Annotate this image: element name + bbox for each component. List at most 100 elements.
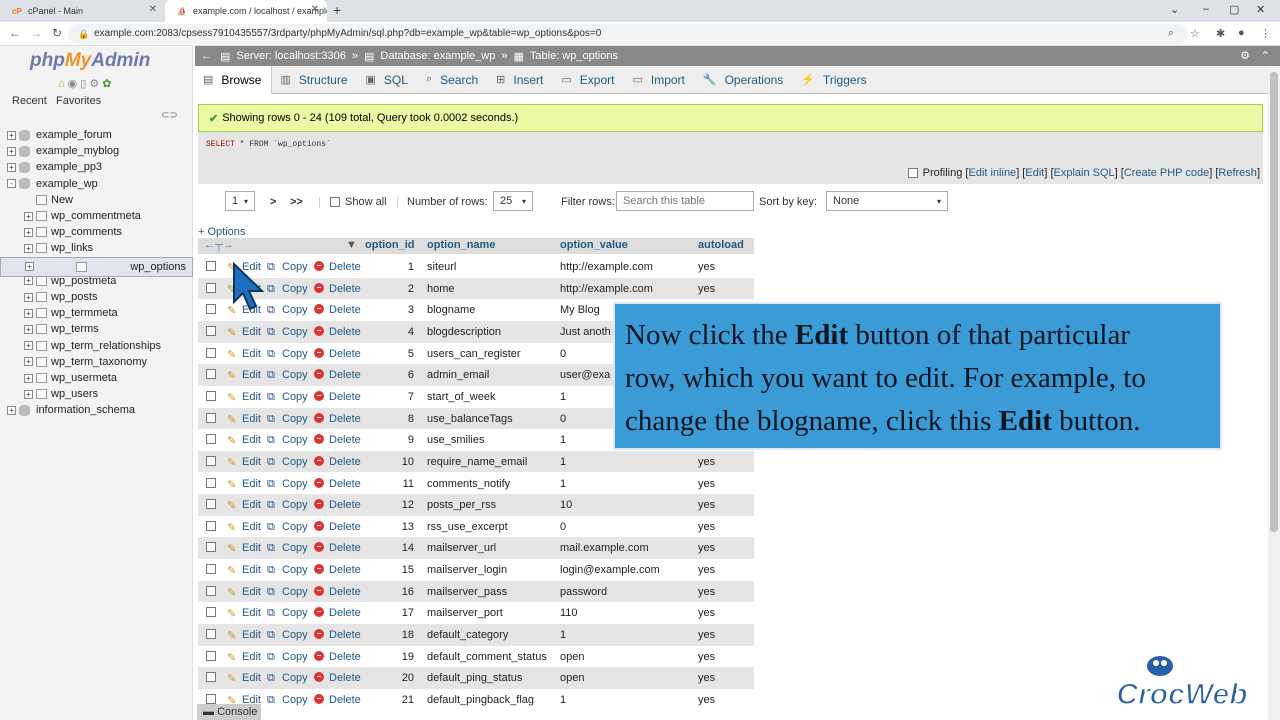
delete-button[interactable]: Delete bbox=[329, 304, 361, 316]
copy-button[interactable]: Copy bbox=[282, 304, 308, 316]
sidebar-item-example-wp[interactable]: - example_wp bbox=[0, 176, 193, 192]
copy-button[interactable]: Copy bbox=[282, 369, 308, 381]
row-checkbox[interactable] bbox=[206, 304, 216, 315]
tab-search[interactable]: ⌕ Search bbox=[418, 66, 488, 94]
phpmyadmin-logo[interactable]: phpMyAdmin bbox=[30, 50, 150, 72]
collapse-arrow-icon[interactable]: ← bbox=[201, 50, 212, 62]
bookmark-star-icon[interactable]: ☆ bbox=[1190, 27, 1200, 40]
copy-button[interactable]: Copy bbox=[282, 499, 308, 511]
maximize-icon[interactable]: ▢ bbox=[1229, 3, 1239, 16]
expand-icon[interactable]: + bbox=[7, 146, 16, 156]
delete-button[interactable]: Delete bbox=[329, 672, 361, 684]
edit-button[interactable]: Edit bbox=[242, 413, 261, 425]
copy-button[interactable]: Copy bbox=[282, 629, 308, 641]
delete-button[interactable]: Delete bbox=[329, 456, 361, 468]
reload-icon[interactable]: ↻ bbox=[52, 26, 62, 40]
edit-button[interactable]: Edit bbox=[242, 607, 261, 619]
page-scrollbar[interactable] bbox=[1268, 66, 1280, 720]
row-checkbox[interactable] bbox=[206, 455, 216, 466]
sidebar-item-wp-users[interactable]: + wp_users bbox=[0, 386, 193, 402]
sidebar-item-new[interactable]: New bbox=[0, 192, 193, 208]
delete-button[interactable]: Delete bbox=[329, 607, 361, 619]
tab-browse[interactable]: ▤ Browse bbox=[195, 65, 273, 94]
edit-button[interactable]: Edit bbox=[242, 521, 261, 533]
breadcrumb-table[interactable]: Table: wp_options bbox=[530, 50, 618, 62]
number-of-rows-select[interactable]: 25 ▾ bbox=[493, 191, 533, 211]
menu-icon[interactable]: ⋮ bbox=[1260, 27, 1271, 40]
edit-query-link[interactable]: Edit bbox=[1025, 167, 1044, 179]
tab-operations[interactable]: 🔧 Operations bbox=[695, 66, 793, 94]
breadcrumb-database[interactable]: Database: example_wp bbox=[380, 50, 495, 62]
reload-navigation-icon[interactable]: ✿ bbox=[102, 78, 114, 90]
row-checkbox[interactable] bbox=[206, 434, 216, 445]
edit-button[interactable]: Edit bbox=[242, 456, 261, 468]
expand-icon[interactable]: + bbox=[24, 373, 33, 383]
sidebar-item-wp-usermeta[interactable]: + wp_usermeta bbox=[0, 370, 193, 386]
tab-insert[interactable]: ⊞ Insert bbox=[488, 66, 553, 94]
delete-button[interactable]: Delete bbox=[329, 326, 361, 338]
row-checkbox[interactable] bbox=[206, 585, 216, 596]
close-tab-icon[interactable]: ✕ bbox=[149, 4, 157, 15]
edit-button[interactable]: Edit bbox=[242, 651, 261, 663]
delete-button[interactable]: Delete bbox=[329, 369, 361, 381]
tab-triggers[interactable]: ⚡ Triggers bbox=[793, 66, 876, 94]
row-checkbox[interactable] bbox=[206, 412, 216, 423]
copy-button[interactable]: Copy bbox=[282, 586, 308, 598]
logout-icon[interactable]: ◉ bbox=[68, 78, 81, 90]
tab-import[interactable]: ▭ Import bbox=[624, 66, 694, 94]
expand-icon[interactable]: + bbox=[24, 227, 33, 237]
row-checkbox[interactable] bbox=[206, 650, 216, 661]
edit-button[interactable]: Edit bbox=[242, 586, 261, 598]
tab-structure[interactable]: ▥ Structure bbox=[272, 66, 357, 94]
sort-by-key-select[interactable]: None ▾ bbox=[826, 191, 948, 211]
sidebar-item-wp-terms[interactable]: + wp_terms bbox=[0, 321, 193, 337]
copy-button[interactable]: Copy bbox=[282, 651, 308, 663]
browser-tab-phpmyadmin[interactable]: ⛵ example.com / localhost / example ✕ bbox=[165, 0, 327, 22]
window-close-icon[interactable]: ✕ bbox=[1256, 3, 1265, 16]
options-toggle[interactable]: + Options bbox=[198, 226, 245, 238]
breadcrumb-server[interactable]: Server: localhost:3306 bbox=[236, 50, 345, 62]
explain-sql-link[interactable]: Explain SQL bbox=[1054, 167, 1115, 179]
tab-export[interactable]: ▭ Export bbox=[553, 66, 624, 94]
edit-button[interactable]: Edit bbox=[242, 499, 261, 511]
copy-button[interactable]: Copy bbox=[282, 564, 308, 576]
copy-button[interactable]: Copy bbox=[282, 413, 308, 425]
expand-icon[interactable]: + bbox=[7, 162, 16, 172]
edit-button[interactable]: Edit bbox=[242, 434, 261, 446]
sidebar-item-example-forum[interactable]: + example_forum bbox=[0, 127, 193, 143]
delete-button[interactable]: Delete bbox=[329, 586, 361, 598]
delete-button[interactable]: Delete bbox=[329, 629, 361, 641]
expand-icon[interactable]: + bbox=[24, 243, 33, 253]
delete-button[interactable]: Delete bbox=[329, 521, 361, 533]
expand-icon[interactable]: + bbox=[24, 324, 33, 334]
copy-button[interactable]: Copy bbox=[282, 672, 308, 684]
expand-icon[interactable]: + bbox=[24, 389, 33, 399]
refresh-link[interactable]: Refresh bbox=[1218, 167, 1257, 179]
sidebar-item-wp-comments[interactable]: + wp_comments bbox=[0, 224, 193, 240]
delete-button[interactable]: Delete bbox=[329, 542, 361, 554]
expand-icon[interactable]: + bbox=[25, 262, 34, 272]
sidebar-item-information-schema[interactable]: + information_schema bbox=[0, 402, 193, 418]
settings-gear-icon[interactable]: ⚙ bbox=[89, 78, 102, 90]
delete-button[interactable]: Delete bbox=[329, 283, 361, 295]
expand-icon[interactable]: + bbox=[24, 292, 33, 302]
expand-icon[interactable]: + bbox=[7, 130, 16, 140]
sidebar-item-wp-term-relationships[interactable]: + wp_term_relationships bbox=[0, 338, 193, 354]
row-checkbox[interactable] bbox=[206, 261, 216, 271]
show-all-checkbox[interactable] bbox=[330, 197, 340, 207]
delete-button[interactable]: Delete bbox=[329, 694, 361, 706]
copy-button[interactable]: Copy bbox=[282, 283, 308, 295]
settings-gear-icon[interactable]: ⚙ bbox=[1240, 49, 1250, 62]
copy-button[interactable]: Copy bbox=[282, 542, 308, 554]
delete-button[interactable]: Delete bbox=[329, 651, 361, 663]
copy-button[interactable]: Copy bbox=[282, 348, 308, 360]
zoom-icon[interactable]: ⌕ bbox=[1168, 27, 1174, 40]
delete-button[interactable]: Delete bbox=[329, 391, 361, 403]
close-tab-icon[interactable]: ✕ bbox=[311, 4, 319, 15]
row-checkbox[interactable] bbox=[206, 369, 216, 380]
sidebar-item-wp-term-taxonomy[interactable]: + wp_term_taxonomy bbox=[0, 354, 193, 370]
copy-button[interactable]: Copy bbox=[282, 478, 308, 490]
edit-button[interactable]: Edit bbox=[242, 542, 261, 554]
new-tab-icon[interactable]: + bbox=[333, 2, 341, 18]
edit-button[interactable]: Edit bbox=[242, 629, 261, 641]
